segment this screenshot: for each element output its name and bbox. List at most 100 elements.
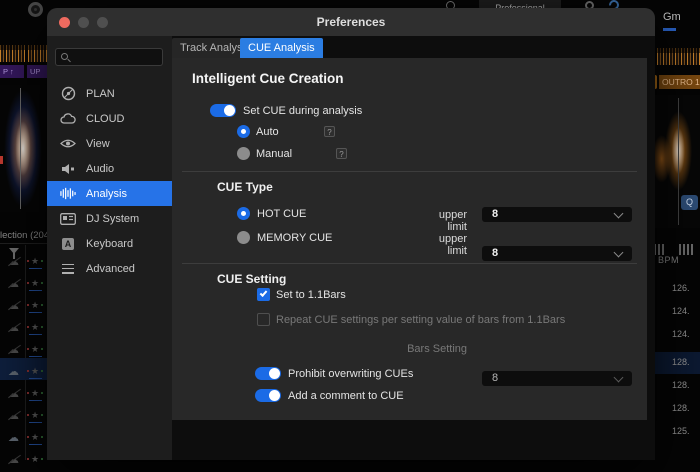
sidebar-search-input[interactable] <box>55 48 163 66</box>
preferences-sidebar: PLAN CLOUD View Audio Analysis <box>47 36 172 460</box>
section-title-cue-setting: CUE Setting <box>217 272 286 286</box>
sidebar-item-label: Keyboard <box>86 238 133 250</box>
track-row: ☁★ <box>0 318 47 340</box>
rating-underline <box>29 268 42 269</box>
memory-cue-limit-value: 8 <box>492 247 498 259</box>
cloud-off-icon: ☁ <box>8 278 19 290</box>
cloud-off-icon: ☁ <box>8 256 19 268</box>
dialog-titlebar[interactable]: Preferences <box>47 8 655 36</box>
bpm-value: 128. <box>672 380 700 390</box>
cloud-off-icon: ☁ <box>8 300 19 312</box>
track-row: ☁★ <box>0 296 47 318</box>
set-cue-toggle[interactable] <box>210 104 236 117</box>
rating-underline <box>29 422 42 423</box>
auto-radio-label: Auto <box>256 126 304 138</box>
hot-cue-limit-value: 8 <box>492 208 498 220</box>
memory-cue-limit-select[interactable]: 8 <box>482 246 632 261</box>
sidebar-item-label: View <box>86 138 110 150</box>
key-indicator <box>663 28 676 31</box>
toggle-knob <box>269 390 280 401</box>
hot-cue-label: HOT CUE <box>257 208 306 220</box>
memory-cue-label: MEMORY CUE <box>257 232 332 244</box>
cloud-on-icon: ☁ <box>8 432 19 444</box>
waveform-centerline-right <box>678 98 679 225</box>
sidebar-item-label: Advanced <box>86 263 135 275</box>
set-cue-toggle-label: Set CUE during analysis <box>243 105 362 117</box>
prohibit-label: Prohibit overwriting CUEs <box>288 368 413 380</box>
memory-cue-row: MEMORY CUE <box>237 231 332 244</box>
sidebar-item-keyboard[interactable]: A Keyboard <box>47 231 172 256</box>
cloud-off-icon: ☁ <box>8 344 19 356</box>
key-a-icon: A <box>60 238 76 250</box>
set-bars-checkbox[interactable] <box>257 288 270 301</box>
rating-underline <box>29 378 42 379</box>
track-row: ☁★ <box>0 274 47 296</box>
section-title-intelligent-cue: Intelligent Cue Creation <box>192 71 344 86</box>
sidebar-item-view[interactable]: View <box>47 131 172 156</box>
hot-cue-row: HOT CUE <box>237 207 306 220</box>
waveform-strip-right <box>657 48 700 65</box>
preferences-dialog: Preferences PLAN CLOUD View <box>47 8 655 460</box>
view-list-icon <box>679 244 693 255</box>
rating-star-icon: ★ <box>31 256 39 267</box>
rating-star-icon: ★ <box>31 300 39 311</box>
rating-star-icon: ★ <box>31 388 39 399</box>
rating-star-icon: ★ <box>31 410 39 421</box>
cloud-icon <box>60 113 76 125</box>
comment-toggle[interactable] <box>255 389 281 402</box>
tab-cue-analysis[interactable]: CUE Analysis <box>240 38 323 58</box>
section-title-cue-type: CUE Type <box>217 180 273 194</box>
eye-icon <box>60 138 76 149</box>
sidebar-item-label: Analysis <box>86 188 127 200</box>
disc-icon <box>60 86 76 101</box>
track-row: ☁★ <box>0 384 47 406</box>
repeat-checkbox[interactable] <box>257 313 270 326</box>
bpm-column-header: BPM <box>658 255 679 265</box>
phrase-outro-label: OUTRO 1 <box>659 75 700 89</box>
sidebar-item-label: Audio <box>86 163 114 175</box>
sidebar-item-advanced[interactable]: Advanced <box>47 256 172 281</box>
rating-star-icon: ★ <box>31 278 39 289</box>
hot-cue-radio[interactable] <box>237 207 250 220</box>
sidebar-item-plan[interactable]: PLAN <box>47 81 172 106</box>
toggle-knob <box>269 368 280 379</box>
waveform-icon <box>60 187 76 200</box>
waveform-strip-left <box>0 45 25 62</box>
sidebar-item-cloud[interactable]: CLOUD <box>47 106 172 131</box>
cloud-off-icon: ☁ <box>8 454 19 466</box>
rating-underline <box>29 334 42 335</box>
bars-setting-select: 8 <box>482 371 632 386</box>
memory-cue-radio[interactable] <box>237 231 250 244</box>
chevron-down-icon <box>614 248 624 258</box>
rating-star-icon: ★ <box>31 322 39 333</box>
phrase-tag-up-1: P ↑ <box>0 65 24 78</box>
set-bars-checkbox-row: Set to 1.1Bars <box>257 288 346 301</box>
manual-radio-row: Manual ? <box>237 147 347 160</box>
hot-cue-limit-select[interactable]: 8 <box>482 207 632 222</box>
rating-underline <box>29 290 42 291</box>
auto-radio[interactable] <box>237 125 250 138</box>
dialog-title: Preferences <box>47 15 655 29</box>
menu-lines-icon <box>60 264 76 274</box>
waveform-centerline <box>20 88 21 209</box>
sidebar-item-analysis[interactable]: Analysis <box>47 181 172 206</box>
help-icon[interactable]: ? <box>336 148 347 159</box>
sidebar-item-label: DJ System <box>86 213 139 225</box>
sidebar-item-audio[interactable]: Audio <box>47 156 172 181</box>
phrase-tag-up-2: UP <box>27 65 47 78</box>
repeat-label: Repeat CUE settings per setting value of… <box>276 314 565 326</box>
sidebar-item-dj-system[interactable]: DJ System <box>47 206 172 231</box>
section-divider <box>182 263 637 264</box>
rating-underline <box>29 400 42 401</box>
bpm-value: 126. <box>672 283 700 293</box>
help-icon[interactable]: ? <box>324 126 335 137</box>
bpm-value: 128. <box>672 403 700 413</box>
prohibit-toggle[interactable] <box>255 367 281 380</box>
manual-radio-label: Manual <box>256 148 316 160</box>
sidebar-item-label: CLOUD <box>86 113 125 125</box>
waveform-strip-left-2 <box>28 45 47 62</box>
cloud-off-icon: ☁ <box>8 388 19 400</box>
chevron-down-icon <box>614 373 624 383</box>
manual-radio[interactable] <box>237 147 250 160</box>
bpm-value: 125. <box>672 426 700 436</box>
